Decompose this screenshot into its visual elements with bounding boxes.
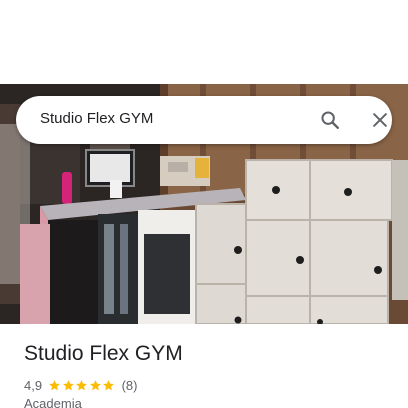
search-bar[interactable]: Studio Flex GYM [16,96,392,144]
close-icon [373,113,387,127]
search-query[interactable]: Studio Flex GYM [40,110,153,127]
place-name: Studio Flex GYM [24,342,183,365]
rating-stars [48,379,116,392]
star-icon [103,379,114,390]
place-info-panel[interactable]: Studio Flex GYM 4,9 (8) Academia [0,324,408,408]
place-category: Academia [24,396,82,408]
clear-search-button[interactable] [364,104,396,136]
rating-row[interactable]: 4,9 (8) [24,376,137,394]
star-icon [49,379,60,390]
review-count[interactable]: (8) [122,378,138,393]
map-top-area [0,0,408,84]
star-icon [89,379,101,390]
search-icon [321,111,339,129]
star-icon [76,379,87,390]
search-button[interactable] [314,104,346,136]
rating-value: 4,9 [24,377,43,393]
star-icon [62,379,74,390]
